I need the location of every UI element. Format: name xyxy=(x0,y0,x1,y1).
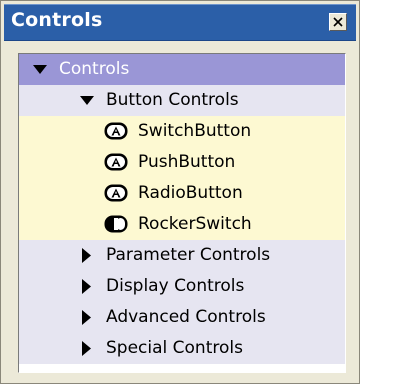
tree-item-label: Special Controls xyxy=(106,338,243,358)
button-a-icon xyxy=(104,122,128,140)
controls-tree[interactable]: Controls Button Controls SwitchButton Pu… xyxy=(18,53,346,373)
tree-item-pushbutton[interactable]: PushButton xyxy=(19,147,345,178)
tree-item-controls[interactable]: Controls xyxy=(19,54,345,85)
close-button[interactable] xyxy=(329,13,347,31)
collapsed-arrow-icon[interactable] xyxy=(82,341,91,356)
tree-item-switchbutton[interactable]: SwitchButton xyxy=(19,116,345,147)
tree-item-label: Button Controls xyxy=(106,90,239,110)
tree-item-label: SwitchButton xyxy=(138,121,252,141)
tree-item-parameter-controls[interactable]: Parameter Controls xyxy=(19,240,345,271)
controls-panel: Controls Controls Button Controls Switch… xyxy=(0,0,360,384)
panel-titlebar[interactable]: Controls xyxy=(4,4,356,41)
expanded-arrow-icon[interactable] xyxy=(33,65,47,74)
collapsed-arrow-icon[interactable] xyxy=(82,248,91,263)
tree-item-rockerswitch[interactable]: RockerSwitch xyxy=(19,209,345,240)
tree-item-label: Controls xyxy=(59,59,130,79)
tree-item-button-controls[interactable]: Button Controls xyxy=(19,85,345,116)
tree-item-label: Display Controls xyxy=(106,276,245,296)
tree-item-label: RockerSwitch xyxy=(138,214,252,234)
tree-item-display-controls[interactable]: Display Controls xyxy=(19,271,345,302)
tree-item-label: RadioButton xyxy=(138,183,243,203)
tree-item-label: Parameter Controls xyxy=(106,245,271,265)
close-icon xyxy=(333,17,343,27)
panel-title: Controls xyxy=(11,9,103,31)
tree-item-label: PushButton xyxy=(138,152,236,172)
tree-item-special-controls[interactable]: Special Controls xyxy=(19,333,345,364)
rocker-switch-icon xyxy=(104,215,128,233)
tree-item-label: Advanced Controls xyxy=(106,307,266,327)
expanded-arrow-icon[interactable] xyxy=(80,96,94,105)
collapsed-arrow-icon[interactable] xyxy=(82,310,91,325)
collapsed-arrow-icon[interactable] xyxy=(82,279,91,294)
tree-item-advanced-controls[interactable]: Advanced Controls xyxy=(19,302,345,333)
button-a-icon xyxy=(104,153,128,171)
button-a-icon xyxy=(104,184,128,202)
tree-item-radiobutton[interactable]: RadioButton xyxy=(19,178,345,209)
